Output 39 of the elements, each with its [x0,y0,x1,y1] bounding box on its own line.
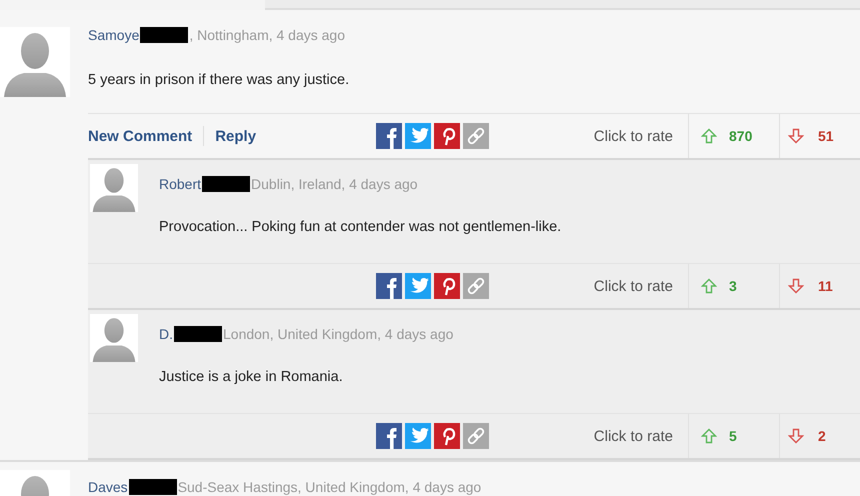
upvote-button[interactable]: 3 [689,278,737,294]
facebook-icon[interactable] [376,423,402,449]
comment-text: Justice is a joke in Romania. [159,368,344,384]
down-arrow-icon [788,278,804,294]
pinterest-icon[interactable] [434,123,460,149]
comment-action-link[interactable]: New Comment [88,128,192,144]
comment-meta: , Nottingham, 4 days ago [189,27,346,43]
pinterest-icon[interactable] [434,423,460,449]
up-arrow-icon [701,128,717,144]
comment-action-link[interactable]: Reply [215,128,256,144]
rate-label: Click to rate [594,278,673,294]
down-arrow-icon [788,128,804,144]
avatar-icon [90,314,138,362]
author-name[interactable]: D. [159,326,173,342]
rate-label: Click to rate [594,428,673,444]
facebook-icon[interactable] [376,273,402,299]
rate-label: Click to rate [594,128,673,144]
comment-meta: London, United Kingdom, 4 days ago [223,326,454,342]
comment-text: Provocation... Poking fun at contender was not gentlemen-like. [159,218,562,234]
twitter-icon[interactable] [405,123,431,149]
downvote-button[interactable]: 11 [780,278,833,294]
comment-text: 5 years in prison if there was any justice. [88,71,350,90]
avatar-icon [90,164,138,212]
comment-meta: Dublin, Ireland, 4 days ago [251,176,418,192]
pinterest-icon[interactable] [434,273,460,299]
twitter-icon[interactable] [405,423,431,449]
upvote-button[interactable]: 870 [689,128,752,144]
downvote-button[interactable]: 2 [780,428,826,444]
twitter-icon[interactable] [405,273,431,299]
author-name[interactable]: Samoye [88,27,140,43]
up-arrow-icon [701,428,717,444]
up-arrow-icon [701,278,717,294]
comment-meta: Sud-Seax Hastings, United Kingdom, 4 days ago [178,479,482,495]
upvote-button[interactable]: 5 [689,428,737,444]
facebook-icon[interactable] [376,123,402,149]
author-name[interactable]: Daves [88,479,128,495]
downvote-button[interactable]: 51 [780,128,834,144]
down-arrow-icon [788,428,804,444]
author-name[interactable]: Robert [159,176,202,192]
